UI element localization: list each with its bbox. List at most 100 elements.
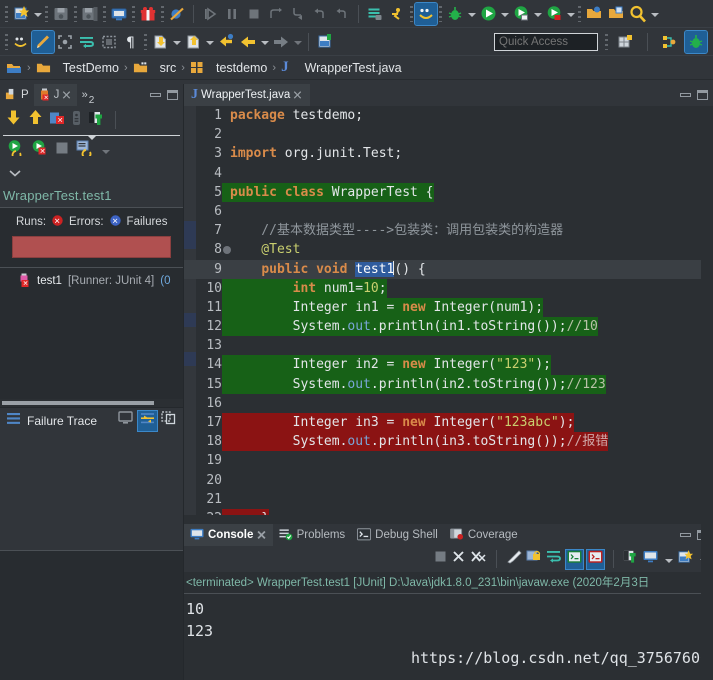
display-selected-caret[interactable]	[665, 558, 673, 563]
pin-console-icon[interactable]	[623, 549, 639, 569]
open-editor-icon[interactable]	[118, 411, 134, 430]
back-caret[interactable]	[261, 41, 269, 45]
resume-icon[interactable]	[199, 3, 221, 25]
tab-package-explorer[interactable]: P	[0, 84, 34, 106]
code-line[interactable]: 18 System.out.println(in3.toString());//…	[184, 432, 713, 452]
search-icon[interactable]	[627, 3, 649, 25]
forward-icon[interactable]	[270, 31, 292, 53]
stop-icon[interactable]	[55, 141, 69, 160]
code-line[interactable]: 3 import org.junit.Test;	[184, 144, 713, 163]
close-icon[interactable]: ✕	[62, 88, 73, 103]
history-icon[interactable]	[70, 110, 83, 131]
forward-caret[interactable]	[294, 41, 302, 45]
gift-icon[interactable]	[137, 3, 159, 25]
show-whitespace-icon[interactable]: ¶	[120, 31, 142, 53]
package-icon[interactable]	[190, 60, 204, 75]
show-console-on-output-icon[interactable]	[565, 548, 584, 570]
code-line[interactable]: 21	[184, 490, 713, 509]
console-vertical-scrollbar[interactable]	[701, 524, 713, 680]
new-console-view-icon[interactable]	[108, 3, 130, 25]
step-return-icon[interactable]	[309, 3, 331, 25]
next-annotation-icon[interactable]	[149, 31, 171, 53]
tab-coverage[interactable]: Coverage	[444, 524, 524, 546]
code-line[interactable]: 7 //基本数据类型---->包装类：调用包装类的构造器	[184, 221, 713, 240]
run-dropdown-caret[interactable]	[501, 13, 509, 17]
suspend-icon[interactable]	[221, 3, 243, 25]
next-failure-icon[interactable]	[5, 109, 22, 131]
open-type-icon[interactable]	[583, 3, 605, 25]
console-output[interactable]: 10 123 https://blog.csdn.net/qq_37567606	[184, 594, 713, 680]
rerun-test-icon[interactable]	[7, 139, 24, 161]
code-line[interactable]: 2	[184, 125, 713, 144]
rerun-failed-icon[interactable]: ✕	[31, 139, 48, 161]
toggle-mylyn-small-icon[interactable]	[10, 31, 32, 53]
java-file-icon[interactable]: J	[281, 59, 289, 76]
tab-console[interactable]: Console ✕	[184, 524, 273, 546]
code-line[interactable]: 8 @Test	[184, 240, 713, 259]
minimize-icon[interactable]	[680, 93, 691, 97]
debug-icon[interactable]	[444, 3, 466, 25]
back-icon[interactable]	[237, 31, 259, 53]
test-tree-item[interactable]: ✕ test1 [Runner: JUnit 4] (0	[0, 268, 183, 292]
junit-tree-hscrollbar[interactable]	[0, 399, 183, 407]
toolbar2-drag-handle[interactable]	[5, 33, 8, 50]
quick-access-input[interactable]	[494, 32, 598, 51]
close-icon[interactable]: ✕	[257, 528, 268, 543]
step-over-icon[interactable]	[265, 3, 287, 25]
project-icon[interactable]	[6, 60, 22, 76]
new-java-class-icon[interactable]	[314, 31, 336, 53]
tab-junit[interactable]: ✕ J ✕	[33, 84, 77, 106]
code-line[interactable]: 20	[184, 471, 713, 490]
run-external-dropdown-caret[interactable]	[534, 13, 542, 17]
crumb-package[interactable]: testdemo	[208, 61, 267, 75]
open-task-icon[interactable]	[364, 3, 386, 25]
code-editor[interactable]: 1 package testdemo; 2 3 import org.junit.Tes…	[184, 106, 713, 524]
toolbar-drag-handle[interactable]	[5, 5, 8, 22]
scroll-lock-console-icon[interactable]	[526, 549, 542, 569]
crumb-project[interactable]: TestDemo	[55, 61, 119, 75]
scroll-lock-icon[interactable]	[76, 139, 93, 161]
save-all-icon[interactable]	[79, 3, 101, 25]
previous-annotation-caret[interactable]	[206, 41, 214, 45]
open-console-icon[interactable]	[678, 549, 694, 569]
code-line[interactable]: 11 Integer in1 = new Integer(num1);	[184, 297, 713, 318]
perspective-drag-handle[interactable]	[605, 33, 608, 50]
debug-perspective-icon[interactable]	[684, 29, 708, 54]
show-failures-only-icon[interactable]: ✕	[49, 110, 65, 131]
open-perspective-icon[interactable]	[658, 31, 680, 53]
remove-all-terminated-icon[interactable]	[470, 549, 487, 569]
search-dropdown-caret[interactable]	[651, 13, 659, 17]
code-line[interactable]: 12 System.out.println(in1.toString());//…	[184, 317, 713, 337]
view-menu-caret[interactable]	[102, 149, 110, 154]
code-line[interactable]: 17 Integer in3 = new Integer("123abc");	[184, 413, 713, 433]
code-line[interactable]: 13	[184, 336, 713, 355]
highlight-pen-icon[interactable]	[31, 29, 55, 54]
coverage-icon[interactable]	[543, 3, 565, 25]
junit-test-tree[interactable]: ✕ test1 [Runner: JUnit 4] (0	[0, 267, 183, 407]
step-into-icon[interactable]	[287, 3, 309, 25]
crumb-source-folder[interactable]: src	[152, 61, 177, 75]
junit-tab-overflow[interactable]: » 2	[77, 84, 100, 106]
show-console-on-error-icon[interactable]	[586, 548, 605, 570]
debug-dropdown-caret[interactable]	[468, 13, 476, 17]
display-selected-console-icon[interactable]	[643, 550, 659, 569]
run-junit-icon[interactable]	[386, 3, 408, 25]
minimize-icon[interactable]	[150, 93, 161, 97]
chevron-down-icon[interactable]	[8, 165, 22, 183]
code-line[interactable]: 10 int num1=10;	[184, 278, 713, 298]
skip-breakpoints-icon[interactable]	[166, 3, 188, 25]
code-line[interactable]: 4	[184, 164, 713, 183]
maximize-icon[interactable]	[697, 90, 708, 100]
run-external-tools-icon[interactable]	[510, 3, 532, 25]
step-back-icon[interactable]	[331, 3, 353, 25]
focus-icon[interactable]	[54, 31, 76, 53]
run-icon[interactable]	[477, 3, 499, 25]
minimize-icon[interactable]	[680, 533, 691, 537]
word-wrap-icon[interactable]	[76, 31, 98, 53]
tab-problems[interactable]: Problems	[273, 524, 352, 546]
next-annotation-caret[interactable]	[173, 41, 181, 45]
code-line[interactable]: 5 public class WrapperTest {	[184, 182, 713, 202]
pin-test-run-icon[interactable]	[88, 110, 105, 131]
code-lines[interactable]: 1 package testdemo; 2 3 import org.junit.Tes…	[184, 106, 713, 524]
terminate-icon[interactable]	[243, 3, 265, 25]
